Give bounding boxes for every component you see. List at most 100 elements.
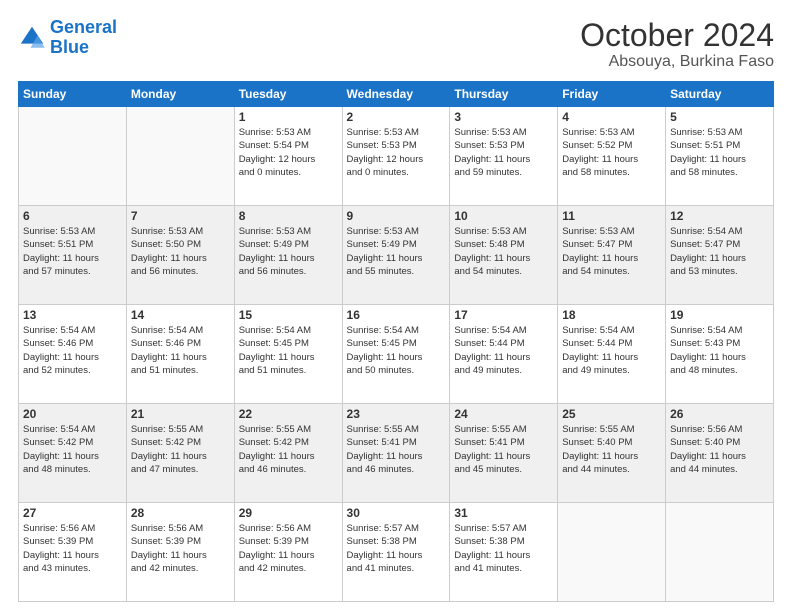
table-row bbox=[126, 107, 234, 206]
header-thursday: Thursday bbox=[450, 82, 558, 107]
logo-text: General Blue bbox=[50, 18, 117, 58]
day-info: Sunrise: 5:54 AM Sunset: 5:46 PM Dayligh… bbox=[23, 324, 122, 377]
table-row: 16 Sunrise: 5:54 AM Sunset: 5:45 PM Dayli… bbox=[342, 305, 450, 404]
header-saturday: Saturday bbox=[666, 82, 774, 107]
day-number: 16 bbox=[347, 308, 446, 322]
main-title: October 2024 bbox=[580, 18, 774, 53]
table-row bbox=[558, 503, 666, 602]
day-number: 14 bbox=[131, 308, 230, 322]
day-number: 11 bbox=[562, 209, 661, 223]
table-row: 8 Sunrise: 5:53 AM Sunset: 5:49 PM Daylig… bbox=[234, 206, 342, 305]
day-number: 9 bbox=[347, 209, 446, 223]
day-number: 26 bbox=[670, 407, 769, 421]
header-monday: Monday bbox=[126, 82, 234, 107]
table-row: 31Sunrise: 5:57 AM Sunset: 5:38 PM Dayli… bbox=[450, 503, 558, 602]
table-row: 27 Sunrise: 5:56 AM Sunset: 5:39 PM Dayli… bbox=[19, 503, 127, 602]
table-row: 24 Sunrise: 5:55 AM Sunset: 5:41 PM Dayli… bbox=[450, 404, 558, 503]
day-number: 1 bbox=[239, 110, 338, 124]
day-info: Sunrise: 5:53 AM Sunset: 5:51 PM Dayligh… bbox=[23, 225, 122, 278]
table-row: 2Sunrise: 5:53 AM Sunset: 5:53 PM Daylig… bbox=[342, 107, 450, 206]
day-info: Sunrise: 5:56 AM Sunset: 5:40 PM Dayligh… bbox=[670, 423, 769, 476]
table-row: 10 Sunrise: 5:53 AM Sunset: 5:48 PM Dayli… bbox=[450, 206, 558, 305]
table-row: 26 Sunrise: 5:56 AM Sunset: 5:40 PM Dayli… bbox=[666, 404, 774, 503]
day-info: Sunrise: 5:53 AM Sunset: 5:50 PM Dayligh… bbox=[131, 225, 230, 278]
day-number: 22 bbox=[239, 407, 338, 421]
table-row: 18Sunrise: 5:54 AM Sunset: 5:44 PM Dayli… bbox=[558, 305, 666, 404]
day-number: 12 bbox=[670, 209, 769, 223]
day-number: 21 bbox=[131, 407, 230, 421]
table-row: 6 Sunrise: 5:53 AM Sunset: 5:51 PM Daylig… bbox=[19, 206, 127, 305]
day-number: 19 bbox=[670, 308, 769, 322]
day-info: Sunrise: 5:57 AM Sunset: 5:38 PM Dayligh… bbox=[454, 522, 553, 575]
day-info: Sunrise: 5:53 AM Sunset: 5:49 PM Dayligh… bbox=[239, 225, 338, 278]
day-number: 18 bbox=[562, 308, 661, 322]
table-row: 7 Sunrise: 5:53 AM Sunset: 5:50 PM Daylig… bbox=[126, 206, 234, 305]
day-number: 6 bbox=[23, 209, 122, 223]
table-row: 29 Sunrise: 5:56 AM Sunset: 5:39 PM Dayli… bbox=[234, 503, 342, 602]
day-number: 5 bbox=[670, 110, 769, 124]
day-info: Sunrise: 5:53 AM Sunset: 5:53 PM Dayligh… bbox=[454, 126, 553, 179]
day-number: 24 bbox=[454, 407, 553, 421]
day-info: Sunrise: 5:54 AM Sunset: 5:44 PM Dayligh… bbox=[454, 324, 553, 377]
table-row: 17 Sunrise: 5:54 AM Sunset: 5:44 PM Dayli… bbox=[450, 305, 558, 404]
table-row: 22Sunrise: 5:55 AM Sunset: 5:42 PM Dayli… bbox=[234, 404, 342, 503]
day-info: Sunrise: 5:56 AM Sunset: 5:39 PM Dayligh… bbox=[131, 522, 230, 575]
day-info: Sunrise: 5:53 AM Sunset: 5:54 PM Dayligh… bbox=[239, 126, 338, 179]
day-number: 20 bbox=[23, 407, 122, 421]
day-info: Sunrise: 5:53 AM Sunset: 5:53 PM Dayligh… bbox=[347, 126, 446, 179]
calendar: Sunday Monday Tuesday Wednesday Thursday… bbox=[18, 81, 774, 602]
table-row: 5 Sunrise: 5:53 AM Sunset: 5:51 PM Daylig… bbox=[666, 107, 774, 206]
table-row: 15Sunrise: 5:54 AM Sunset: 5:45 PM Dayli… bbox=[234, 305, 342, 404]
day-info: Sunrise: 5:55 AM Sunset: 5:41 PM Dayligh… bbox=[347, 423, 446, 476]
table-row: 12Sunrise: 5:54 AM Sunset: 5:47 PM Dayli… bbox=[666, 206, 774, 305]
day-number: 13 bbox=[23, 308, 122, 322]
table-row: 13 Sunrise: 5:54 AM Sunset: 5:46 PM Dayli… bbox=[19, 305, 127, 404]
table-row: 21 Sunrise: 5:55 AM Sunset: 5:42 PM Dayli… bbox=[126, 404, 234, 503]
day-info: Sunrise: 5:54 AM Sunset: 5:42 PM Dayligh… bbox=[23, 423, 122, 476]
day-number: 30 bbox=[347, 506, 446, 520]
week-row-4: 20 Sunrise: 5:54 AM Sunset: 5:42 PM Dayli… bbox=[19, 404, 774, 503]
page: General Blue October 2024 Absouya, Burki… bbox=[0, 0, 792, 612]
table-row: 4Sunrise: 5:53 AM Sunset: 5:52 PM Daylig… bbox=[558, 107, 666, 206]
table-row: 25 Sunrise: 5:55 AM Sunset: 5:40 PM Dayli… bbox=[558, 404, 666, 503]
day-number: 7 bbox=[131, 209, 230, 223]
day-info: Sunrise: 5:53 AM Sunset: 5:48 PM Dayligh… bbox=[454, 225, 553, 278]
day-info: Sunrise: 5:53 AM Sunset: 5:51 PM Dayligh… bbox=[670, 126, 769, 179]
week-row-2: 6 Sunrise: 5:53 AM Sunset: 5:51 PM Daylig… bbox=[19, 206, 774, 305]
table-row: 23Sunrise: 5:55 AM Sunset: 5:41 PM Dayli… bbox=[342, 404, 450, 503]
day-info: Sunrise: 5:53 AM Sunset: 5:49 PM Dayligh… bbox=[347, 225, 446, 278]
table-row: 9 Sunrise: 5:53 AM Sunset: 5:49 PM Daylig… bbox=[342, 206, 450, 305]
day-number: 8 bbox=[239, 209, 338, 223]
day-info: Sunrise: 5:55 AM Sunset: 5:40 PM Dayligh… bbox=[562, 423, 661, 476]
title-block: October 2024 Absouya, Burkina Faso bbox=[580, 18, 774, 71]
day-number: 27 bbox=[23, 506, 122, 520]
table-row: 14Sunrise: 5:54 AM Sunset: 5:46 PM Dayli… bbox=[126, 305, 234, 404]
table-row bbox=[666, 503, 774, 602]
day-info: Sunrise: 5:53 AM Sunset: 5:47 PM Dayligh… bbox=[562, 225, 661, 278]
day-info: Sunrise: 5:57 AM Sunset: 5:38 PM Dayligh… bbox=[347, 522, 446, 575]
day-number: 10 bbox=[454, 209, 553, 223]
header: General Blue October 2024 Absouya, Burki… bbox=[18, 18, 774, 71]
day-info: Sunrise: 5:54 AM Sunset: 5:45 PM Dayligh… bbox=[347, 324, 446, 377]
day-info: Sunrise: 5:56 AM Sunset: 5:39 PM Dayligh… bbox=[23, 522, 122, 575]
week-row-3: 13 Sunrise: 5:54 AM Sunset: 5:46 PM Dayli… bbox=[19, 305, 774, 404]
day-number: 28 bbox=[131, 506, 230, 520]
table-row: 20 Sunrise: 5:54 AM Sunset: 5:42 PM Dayli… bbox=[19, 404, 127, 503]
day-info: Sunrise: 5:54 AM Sunset: 5:43 PM Dayligh… bbox=[670, 324, 769, 377]
day-number: 4 bbox=[562, 110, 661, 124]
day-number: 29 bbox=[239, 506, 338, 520]
table-row: 28 Sunrise: 5:56 AM Sunset: 5:39 PM Dayli… bbox=[126, 503, 234, 602]
header-sunday: Sunday bbox=[19, 82, 127, 107]
week-row-1: 1 Sunrise: 5:53 AM Sunset: 5:54 PM Daylig… bbox=[19, 107, 774, 206]
table-row bbox=[19, 107, 127, 206]
header-friday: Friday bbox=[558, 82, 666, 107]
day-number: 3 bbox=[454, 110, 553, 124]
table-row: 30 Sunrise: 5:57 AM Sunset: 5:38 PM Dayli… bbox=[342, 503, 450, 602]
table-row: 11 Sunrise: 5:53 AM Sunset: 5:47 PM Dayli… bbox=[558, 206, 666, 305]
day-info: Sunrise: 5:55 AM Sunset: 5:42 PM Dayligh… bbox=[131, 423, 230, 476]
day-info: Sunrise: 5:55 AM Sunset: 5:41 PM Dayligh… bbox=[454, 423, 553, 476]
day-info: Sunrise: 5:56 AM Sunset: 5:39 PM Dayligh… bbox=[239, 522, 338, 575]
day-number: 17 bbox=[454, 308, 553, 322]
table-row: 19 Sunrise: 5:54 AM Sunset: 5:43 PM Dayli… bbox=[666, 305, 774, 404]
day-number: 25 bbox=[562, 407, 661, 421]
